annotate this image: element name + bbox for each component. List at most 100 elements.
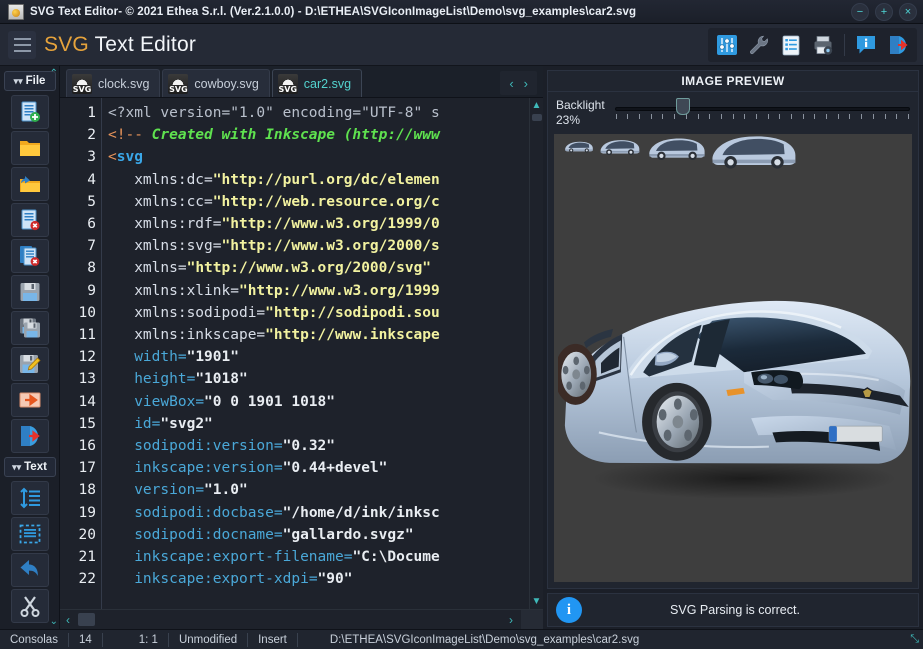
line-number: 5	[60, 191, 101, 213]
code-line: sodipodi:docbase="/home/d/ink/inksc	[108, 502, 529, 524]
scroll-right-icon[interactable]: ›	[509, 613, 513, 627]
svg-file-icon-label: SVG	[168, 85, 188, 94]
preview-body: Backlight 23%	[547, 92, 919, 589]
tab-prev-icon[interactable]: ‹	[509, 76, 513, 91]
editor-horizontal-scrollbar[interactable]: ‹ ›	[60, 609, 543, 629]
status-caret-position: 1: 1	[103, 633, 169, 647]
maximize-button[interactable]: +	[875, 3, 893, 21]
toolbar-group-text-label: Text	[24, 461, 47, 473]
window-controls: − + ×	[851, 3, 917, 21]
scrollbar-corner	[521, 610, 543, 629]
slider-handle[interactable]	[676, 98, 690, 115]
scroll-down-icon[interactable]: ▼	[532, 594, 542, 609]
code-line: xmlns:cc="http://web.resource.org/c	[108, 191, 529, 213]
line-number: 10	[60, 302, 101, 324]
close-button[interactable]: ×	[899, 3, 917, 21]
backlight-slider[interactable]	[615, 98, 910, 119]
tab-next-icon[interactable]: ›	[524, 76, 528, 91]
list-icon[interactable]	[778, 32, 804, 58]
car-thumbnail-3	[647, 134, 707, 164]
code-line: inkscape:version="0.44+devel"	[108, 457, 529, 479]
undo-button[interactable]	[11, 553, 49, 587]
status-font-size: 14	[69, 633, 103, 647]
save-as-button[interactable]	[11, 347, 49, 381]
status-file-path: D:\ETHEA\SVGIconImageList\Demo\svg_examp…	[298, 633, 649, 647]
vscroll-thumb[interactable]	[532, 114, 542, 121]
line-spacing-button[interactable]	[11, 481, 49, 515]
status-font-name: Consolas	[0, 633, 69, 647]
code-line: xmlns:inkscape="http://www.inkscape	[108, 324, 529, 346]
wrench-icon[interactable]	[746, 32, 772, 58]
minimize-button[interactable]: −	[851, 3, 869, 21]
toolbar-scroll-up-icon[interactable]: ⌃	[50, 68, 58, 79]
settings-sliders-icon[interactable]	[714, 32, 740, 58]
slider-track[interactable]	[615, 107, 910, 111]
tab-cowboy[interactable]: SVG cowboy.svg	[162, 69, 269, 97]
line-number: 1	[60, 102, 101, 124]
scroll-up-icon[interactable]: ▲	[532, 98, 542, 113]
line-number: 4	[60, 169, 101, 191]
app-icon	[8, 4, 24, 20]
save-all-button[interactable]	[11, 311, 49, 345]
export-button[interactable]	[11, 383, 49, 417]
preview-header: IMAGE PREVIEW	[547, 70, 919, 92]
tab-car2[interactable]: SVG car2.svg	[272, 69, 362, 97]
toolbar-group-file[interactable]: ▾▾ File	[4, 71, 56, 91]
svg-file-icon: SVG	[278, 74, 298, 94]
editor-wrap: 1 2 3 4 5 6 7 8 9 10 11 12 13 14 15 16 1	[60, 98, 543, 609]
code-line: height="1018"	[108, 368, 529, 390]
toolbar-scroll-down-icon[interactable]: ⌄	[50, 616, 58, 627]
close-file-button[interactable]	[11, 203, 49, 237]
title-bar: SVG Text Editor- © 2021 Ethea S.r.l. (Ve…	[0, 0, 923, 24]
exit-icon[interactable]	[885, 32, 911, 58]
line-number: 20	[60, 524, 101, 546]
code-line: xmlns:xlink="http://www.w3.org/1999	[108, 280, 529, 302]
line-number: 16	[60, 435, 101, 457]
code-line: viewBox="0 0 1901 1018"	[108, 391, 529, 413]
cut-button[interactable]	[11, 589, 49, 623]
code-line: width="1901"	[108, 346, 529, 368]
line-number: 11	[60, 324, 101, 346]
info-icon[interactable]	[853, 32, 879, 58]
line-number: 19	[60, 502, 101, 524]
hscroll-thumb[interactable]	[78, 613, 95, 626]
code-editor[interactable]: 1 2 3 4 5 6 7 8 9 10 11 12 13 14 15 16 1	[60, 98, 529, 609]
printer-settings-icon[interactable]	[810, 32, 836, 58]
quit-button[interactable]	[11, 419, 49, 453]
toolbar-group-file-label: File	[26, 75, 46, 87]
save-button[interactable]	[11, 275, 49, 309]
code-line: xmlns:svg="http://www.w3.org/2000/s	[108, 235, 529, 257]
svg-file-icon: SVG	[72, 74, 92, 94]
resize-grip-icon[interactable]: ⤡	[910, 633, 919, 646]
line-number: 12	[60, 346, 101, 368]
status-bar: Consolas 14 1: 1 Unmodified Insert D:\ET…	[0, 629, 923, 649]
svg-preview-canvas[interactable]	[554, 134, 912, 582]
tab-clock[interactable]: SVG clock.svg	[66, 69, 160, 97]
line-number: 9	[60, 280, 101, 302]
line-number: 8	[60, 257, 101, 279]
open-recent-button[interactable]	[11, 167, 49, 201]
scroll-left-icon[interactable]: ‹	[66, 613, 70, 627]
line-number: 7	[60, 235, 101, 257]
new-file-button[interactable]	[11, 95, 49, 129]
code-content[interactable]: <?xml version="1.0" encoding="UTF-8" s<!…	[102, 98, 529, 609]
chevron-down-icon: ▾▾	[14, 76, 23, 87]
editor-panel: SVG clock.svg SVG cowboy.svg SVG car2.sv…	[60, 66, 543, 629]
status-insert-mode: Insert	[248, 633, 298, 647]
editor-vertical-scrollbar[interactable]: ▲ ▼	[529, 98, 543, 609]
code-line: xmlns="http://www.w3.org/2000/svg"	[108, 257, 529, 279]
close-all-button[interactable]	[11, 239, 49, 273]
line-number: 22	[60, 568, 101, 590]
parse-status-message: SVG Parsing is correct.	[582, 603, 888, 617]
code-line: xmlns:rdf="http://www.w3.org/1999/0	[108, 213, 529, 235]
code-line: sodipodi:docname="gallardo.svgz"	[108, 524, 529, 546]
select-all-button[interactable]	[11, 517, 49, 551]
chevron-down-icon: ▾▾	[12, 462, 21, 473]
line-number-gutter: 1 2 3 4 5 6 7 8 9 10 11 12 13 14 15 16 1	[60, 98, 102, 609]
parse-status-bar: i SVG Parsing is correct.	[547, 593, 919, 627]
open-folder-button[interactable]	[11, 131, 49, 165]
toolbar-group-text[interactable]: ▾▾ Text	[4, 457, 56, 477]
svg-file-icon: SVG	[168, 74, 188, 94]
code-line: inkscape:export-xdpi="90"	[108, 568, 529, 590]
hamburger-menu-icon[interactable]	[8, 31, 36, 59]
